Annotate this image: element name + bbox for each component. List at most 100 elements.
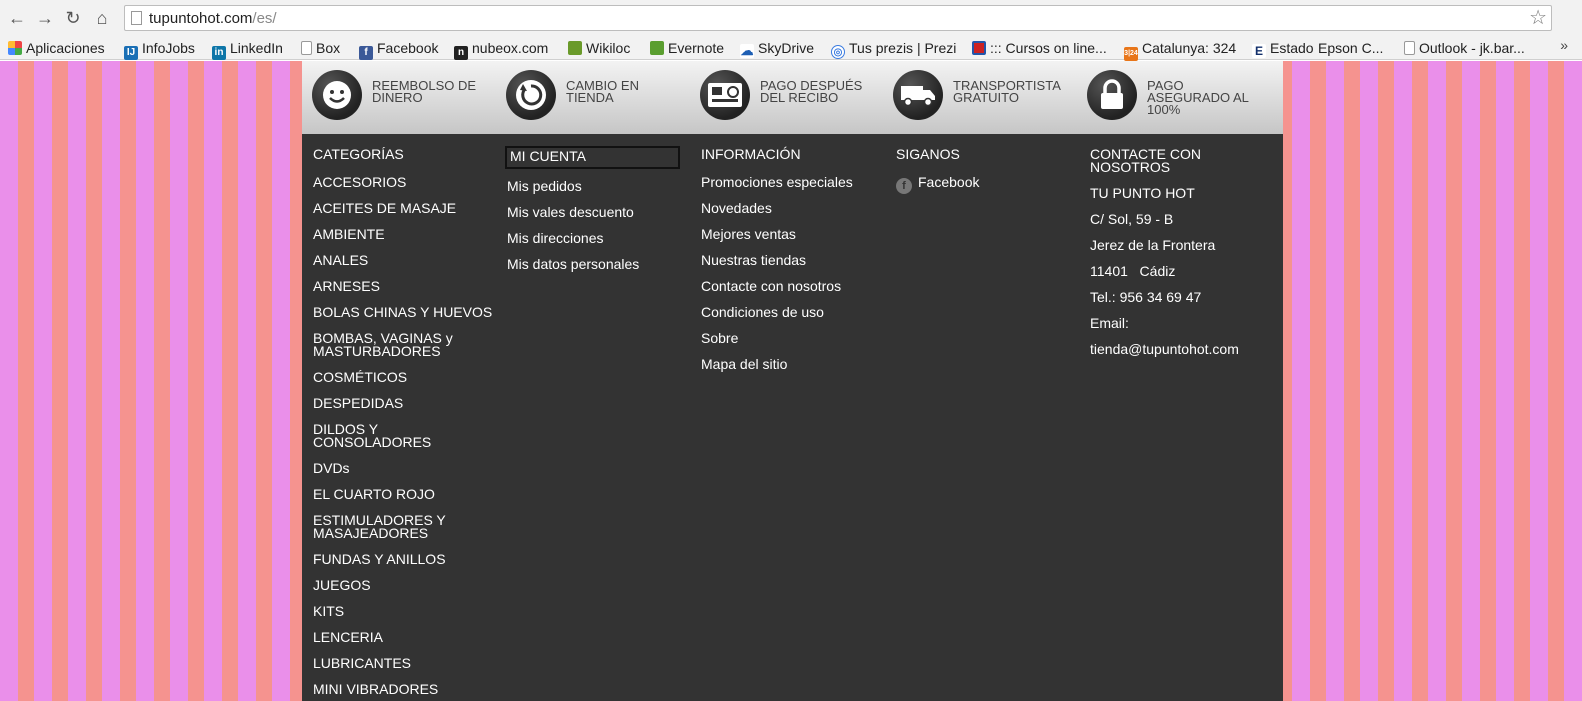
category-link[interactable]: BOLAS CHINAS Y HUEVOS bbox=[313, 305, 498, 319]
bookmark-label: InfoJobs bbox=[142, 40, 195, 56]
bookmark-aplicaciones[interactable]: Aplicaciones bbox=[8, 38, 105, 58]
footer-my-account: MI CUENTA Mis pedidos Mis vales descuent… bbox=[505, 146, 687, 284]
estado-icon: E bbox=[1252, 44, 1266, 58]
information-link[interactable]: Mejores ventas bbox=[701, 227, 886, 241]
categories-heading[interactable]: CATEGORÍAS bbox=[313, 147, 498, 161]
bookmark-facebook[interactable]: f Facebook bbox=[359, 38, 438, 60]
url-text[interactable]: tupuntohot.com/es/ bbox=[149, 10, 277, 27]
category-link[interactable]: ANALES bbox=[313, 253, 498, 267]
email-label: Email: bbox=[1090, 315, 1129, 331]
category-link[interactable]: LUBRICANTES bbox=[313, 656, 498, 670]
category-link[interactable]: AMBIENTE bbox=[313, 227, 498, 241]
information-link[interactable]: Nuestras tiendas bbox=[701, 253, 886, 267]
category-link[interactable]: ACCESORIOS bbox=[313, 175, 498, 189]
account-link[interactable]: Mis datos personales bbox=[507, 257, 687, 271]
bookmark-evernote[interactable]: Evernote bbox=[650, 38, 724, 58]
category-link[interactable]: DESPEDIDAS bbox=[313, 396, 498, 410]
information-link[interactable]: Mapa del sitio bbox=[701, 357, 886, 371]
reassurance-pay-after: PAGO DESPUÉS DEL RECIBO bbox=[690, 68, 880, 128]
follow-heading: SIGANOS bbox=[896, 146, 960, 162]
address-postcode: 11401 Cádiz bbox=[1090, 263, 1176, 279]
category-link[interactable]: LENCERIA bbox=[313, 630, 498, 644]
category-link[interactable]: ESTIMULADORES Y MASAJEADORES bbox=[313, 513, 498, 540]
category-link[interactable]: ACEITES DE MASAJE bbox=[313, 201, 498, 215]
category-link[interactable]: MINI VIBRADORES bbox=[313, 682, 498, 696]
bookmark-cursos[interactable]: ::: Cursos on line... bbox=[972, 38, 1107, 58]
address-street: C/ Sol, 59 - B bbox=[1090, 211, 1174, 227]
site-footer: CATEGORÍAS ACCESORIOS ACEITES DE MASAJE … bbox=[302, 134, 1283, 701]
reassurance-label: PAGO ASEGURADO AL 100% bbox=[1147, 78, 1249, 117]
back-arrow-icon[interactable]: ← bbox=[6, 6, 28, 30]
bookmark-label: SkyDrive bbox=[758, 40, 815, 56]
bookmark-prezi[interactable]: ◎ Tus prezis | Prezi bbox=[831, 38, 956, 59]
bookmark-label: Box bbox=[316, 40, 341, 56]
bookmark-label: ::: Cursos on line... bbox=[990, 40, 1107, 56]
address-bar[interactable]: tupuntohot.com/es/ ☆ bbox=[124, 5, 1552, 31]
information-link[interactable]: Novedades bbox=[701, 201, 886, 215]
account-link[interactable]: Mis vales descuento bbox=[507, 205, 687, 219]
bookmark-wikiloc[interactable]: Wikiloc bbox=[568, 38, 630, 58]
bookmark-infojobs[interactable]: IJ InfoJobs bbox=[124, 38, 195, 60]
information-link[interactable]: Condiciones de uso bbox=[701, 305, 886, 319]
lock-icon bbox=[1087, 70, 1137, 120]
page-icon bbox=[131, 11, 142, 25]
address-city: Jerez de la Frontera bbox=[1090, 237, 1216, 253]
email-link[interactable]: tienda@tupuntohot.com bbox=[1090, 342, 1275, 356]
information-link[interactable]: Contacte con nosotros bbox=[701, 279, 886, 293]
reload-icon[interactable]: ↻ bbox=[62, 6, 84, 30]
bookmark-linkedin[interactable]: in LinkedIn bbox=[212, 38, 283, 60]
account-link[interactable]: Mis pedidos bbox=[507, 179, 687, 193]
information-link[interactable]: Sobre bbox=[701, 331, 886, 345]
reassurance-secure-payment: PAGO ASEGURADO AL 100% bbox=[1077, 68, 1267, 128]
bookmark-label: Aplicaciones bbox=[26, 40, 105, 56]
category-link[interactable]: DVDs bbox=[313, 461, 498, 475]
facebook-label: Facebook bbox=[918, 174, 980, 190]
bookmarks-overflow-icon[interactable]: » bbox=[1560, 37, 1568, 53]
facebook-link[interactable]: f Facebook bbox=[896, 174, 1076, 194]
prezi-icon: ◎ bbox=[831, 45, 845, 59]
page-background: REEMBOLSO DE DINERO CAMBIO EN TIENDA PAG… bbox=[0, 61, 1582, 701]
category-link[interactable]: COSMÉTICOS bbox=[313, 370, 498, 384]
forward-arrow-icon[interactable]: → bbox=[34, 6, 56, 30]
bookmarks-bar: Aplicaciones IJ InfoJobs in LinkedIn Box f… bbox=[0, 36, 1582, 61]
my-account-heading[interactable]: MI CUENTA bbox=[505, 146, 680, 169]
category-link[interactable]: FUNDAS Y ANILLOS bbox=[313, 552, 498, 566]
bookmark-catalunya[interactable]: 3|24 Catalunya: 324 bbox=[1124, 38, 1237, 61]
bookmark-label: Catalunya: 324 bbox=[1142, 40, 1237, 56]
reassurance-label: CAMBIO EN TIENDA bbox=[566, 78, 639, 105]
information-link[interactable]: Promociones especiales bbox=[701, 175, 886, 189]
store-name: TU PUNTO HOT bbox=[1090, 185, 1195, 201]
reassurance-label: PAGO DESPUÉS DEL RECIBO bbox=[760, 78, 863, 105]
bookmark-label: Outlook - jk.bar... bbox=[1419, 40, 1525, 56]
category-link[interactable]: KITS bbox=[313, 604, 498, 618]
bookmark-outlook[interactable]: Outlook - jk.bar... bbox=[1404, 38, 1525, 58]
bookmark-skydrive[interactable]: ☁ SkyDrive bbox=[740, 38, 814, 58]
category-link[interactable]: EL CUARTO ROJO bbox=[313, 487, 498, 501]
bookmark-label: Wikiloc bbox=[586, 40, 631, 56]
bookmark-label: Evernote bbox=[668, 40, 725, 56]
bookmark-label: Estado bbox=[1270, 40, 1314, 56]
category-link[interactable]: JUEGOS bbox=[313, 578, 498, 592]
credit-card-icon bbox=[700, 70, 750, 120]
bookmark-estado[interactable]: E Estado bbox=[1252, 38, 1314, 58]
contact-heading: CONTACTE CON NOSOTROS bbox=[1090, 146, 1201, 175]
bookmark-nubeox[interactable]: n nubeox.com bbox=[454, 38, 548, 60]
bookmark-label: Epson C... bbox=[1318, 40, 1384, 56]
page-icon bbox=[1404, 41, 1415, 55]
category-link[interactable]: ARNESES bbox=[313, 279, 498, 293]
bookmark-epson[interactable]: Epson C... bbox=[1318, 38, 1383, 58]
category-link[interactable]: DILDOS Y CONSOLADORES bbox=[313, 422, 498, 449]
footer-categories: CATEGORÍAS ACCESORIOS ACEITES DE MASAJE … bbox=[313, 147, 498, 701]
category-link[interactable]: BOMBAS, VAGINAS y MASTURBADORES bbox=[313, 331, 498, 358]
apps-grid-icon bbox=[8, 41, 22, 55]
url-domain: tupuntohot.com bbox=[149, 10, 253, 27]
bookmark-box[interactable]: Box bbox=[301, 38, 340, 58]
bookmark-star-icon[interactable]: ☆ bbox=[1529, 7, 1547, 29]
account-link[interactable]: Mis direcciones bbox=[507, 231, 687, 245]
reassurance-bar: REEMBOLSO DE DINERO CAMBIO EN TIENDA PAG… bbox=[302, 61, 1283, 134]
reassurance-label: TRANSPORTISTA GRATUITO bbox=[953, 78, 1061, 105]
home-icon[interactable]: ⌂ bbox=[91, 6, 113, 30]
wikiloc-icon bbox=[568, 41, 582, 55]
refresh-icon bbox=[506, 70, 556, 120]
smile-icon bbox=[312, 70, 362, 120]
